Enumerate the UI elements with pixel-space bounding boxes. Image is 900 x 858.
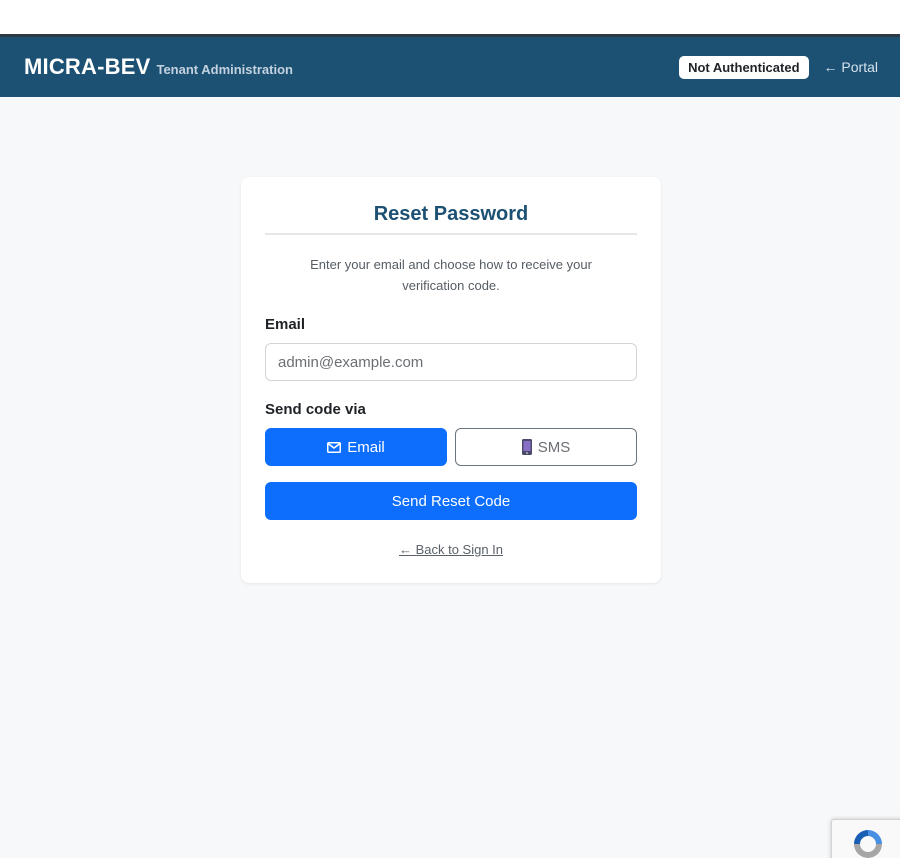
delivery-method-group: Email SMS bbox=[265, 428, 637, 466]
method-sms-label: SMS bbox=[537, 438, 571, 456]
navbar-right: Not Authenticated ← Portal bbox=[679, 55, 878, 79]
method-email-button[interactable]: Email bbox=[265, 428, 447, 466]
email-label: Email bbox=[265, 316, 306, 333]
mobile-phone-icon bbox=[521, 439, 532, 455]
browser-top-strip bbox=[0, 0, 900, 34]
email-input[interactable] bbox=[265, 343, 637, 381]
brand-subtitle: Tenant Administration bbox=[156, 62, 293, 77]
reset-password-card: Reset Password Enter your email and choo… bbox=[241, 177, 661, 583]
page-title: Reset Password bbox=[265, 203, 637, 235]
method-email-label: Email bbox=[347, 438, 385, 456]
auth-status-badge: Not Authenticated bbox=[679, 55, 809, 79]
back-to-sign-in-link[interactable]: ← Back to Sign In bbox=[265, 542, 637, 557]
recaptcha-icon bbox=[854, 830, 882, 858]
recaptcha-badge[interactable] bbox=[831, 819, 900, 858]
send-reset-code-button[interactable]: Send Reset Code bbox=[265, 482, 637, 520]
send-code-via-label: Send code via bbox=[265, 401, 366, 418]
top-navbar: MICRA-BEV Tenant Administration Not Auth… bbox=[0, 34, 900, 97]
envelope-icon bbox=[327, 441, 342, 453]
brand: MICRA-BEV Tenant Administration bbox=[24, 54, 293, 80]
brand-name: MICRA-BEV bbox=[24, 54, 151, 79]
intro-text: Enter your email and choose how to recei… bbox=[310, 257, 592, 293]
portal-link[interactable]: ← Portal bbox=[824, 59, 878, 75]
method-sms-button[interactable]: SMS bbox=[455, 428, 637, 466]
